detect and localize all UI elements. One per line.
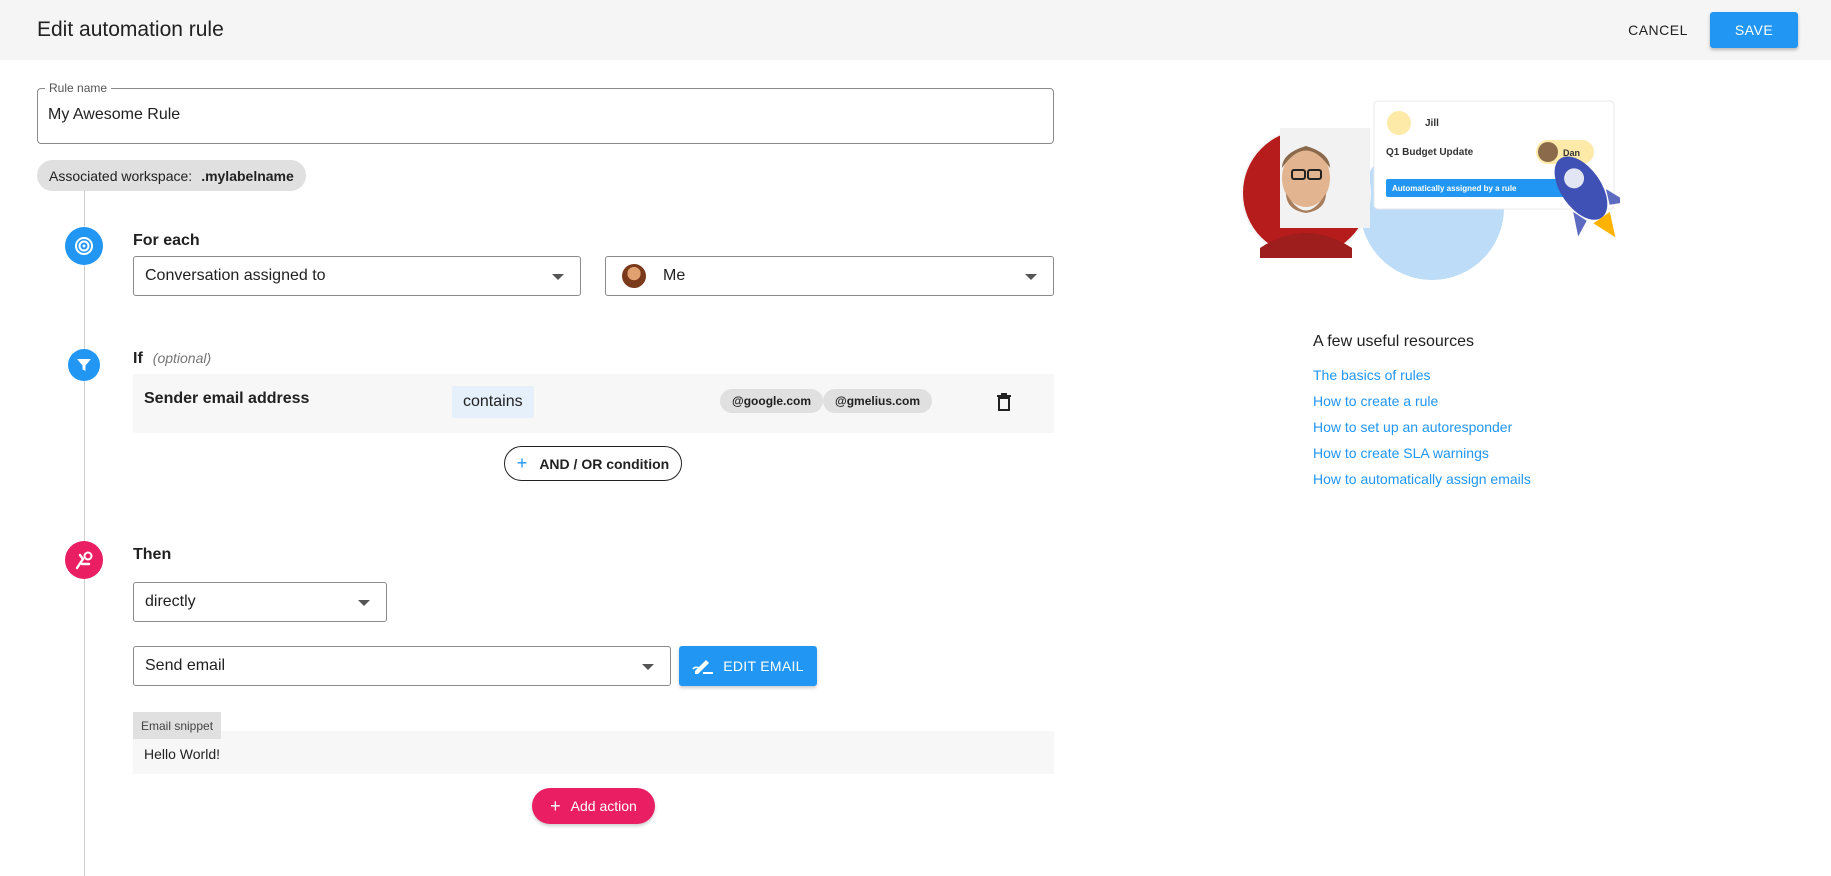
- timeline-line: [84, 191, 85, 876]
- plus-icon: +: [550, 795, 561, 816]
- add-condition-label: AND / OR condition: [539, 455, 670, 472]
- edit-email-button[interactable]: EDIT EMAIL: [679, 646, 817, 686]
- condition-row: Sender email address contains @google.co…: [133, 374, 1054, 433]
- optional-label: (optional): [152, 350, 212, 366]
- then-label: Then: [133, 546, 172, 563]
- if-label-text: If: [133, 350, 143, 367]
- assignee-select[interactable]: Me: [605, 256, 1054, 296]
- trigger-select-value: Conversation assigned to: [145, 267, 326, 284]
- action-icon: [65, 541, 103, 579]
- cancel-button[interactable]: CANCEL: [1616, 12, 1700, 48]
- add-action-label: Add action: [570, 798, 637, 814]
- action-select[interactable]: Send email: [133, 646, 671, 686]
- workspace-value: .mylabelname: [201, 167, 294, 184]
- timing-select[interactable]: directly: [133, 582, 387, 622]
- condition-operator[interactable]: contains: [452, 386, 534, 418]
- resource-link-autoresponder[interactable]: How to set up an autoresponder: [1313, 419, 1512, 435]
- filter-icon: [68, 349, 100, 381]
- action-select-value: Send email: [145, 657, 226, 674]
- card-banner: Automatically assigned by a rule: [1392, 184, 1517, 193]
- edit-icon: [692, 660, 714, 674]
- email-snippet-box: Hello World!: [133, 731, 1054, 774]
- save-button[interactable]: SAVE: [1710, 12, 1798, 48]
- avatar: [622, 264, 646, 288]
- email-snippet-label: Email snippet: [133, 712, 222, 739]
- trigger-select[interactable]: Conversation assigned to: [133, 256, 581, 296]
- workspace-label: Associated workspace:: [49, 167, 193, 184]
- chevron-down-icon: [358, 600, 370, 606]
- assignee-select-value: Me: [663, 267, 686, 284]
- for-each-label: For each: [133, 232, 200, 249]
- chevron-down-icon: [1025, 274, 1037, 280]
- plus-icon: +: [516, 453, 528, 473]
- resource-link-basics[interactable]: The basics of rules: [1313, 367, 1431, 383]
- email-snippet-text: Hello World!: [144, 746, 220, 762]
- rule-name-label: Rule name: [45, 81, 112, 95]
- workspace-chip: Associated workspace: .mylabelname: [37, 160, 306, 191]
- if-label: If (optional): [133, 350, 211, 368]
- rules-illustration: Jill Q1 Budget Update Dan Automatically …: [1240, 98, 1628, 293]
- timing-select-value: directly: [145, 593, 196, 610]
- page-title: Edit automation rule: [37, 18, 224, 41]
- trigger-icon: [65, 227, 103, 265]
- card-subject: Q1 Budget Update: [1386, 147, 1474, 158]
- card-assignee: Dan: [1563, 148, 1580, 158]
- resource-link-create-rule[interactable]: How to create a rule: [1313, 393, 1438, 409]
- card-name: Jill: [1425, 118, 1439, 129]
- add-condition-button[interactable]: + AND / OR condition: [504, 446, 682, 481]
- condition-field[interactable]: Sender email address: [144, 390, 309, 408]
- edit-email-label: EDIT EMAIL: [723, 658, 804, 674]
- top-app-bar: Edit automation rule CANCEL SAVE: [0, 0, 1831, 60]
- resources-title: A few useful resources: [1313, 333, 1474, 350]
- condition-value-chip[interactable]: @google.com: [720, 389, 824, 413]
- resource-link-sla-warnings[interactable]: How to create SLA warnings: [1313, 445, 1489, 461]
- chevron-down-icon: [642, 664, 654, 670]
- condition-value-chip[interactable]: @gmelius.com: [823, 389, 933, 413]
- resource-link-assign-emails[interactable]: How to automatically assign emails: [1313, 471, 1531, 487]
- delete-icon[interactable]: [996, 392, 1012, 417]
- rule-name-input[interactable]: [37, 88, 1054, 144]
- chevron-down-icon: [552, 274, 564, 280]
- rule-name-value[interactable]: My Awesome Rule: [48, 106, 180, 124]
- add-action-button[interactable]: + Add action: [532, 788, 655, 824]
